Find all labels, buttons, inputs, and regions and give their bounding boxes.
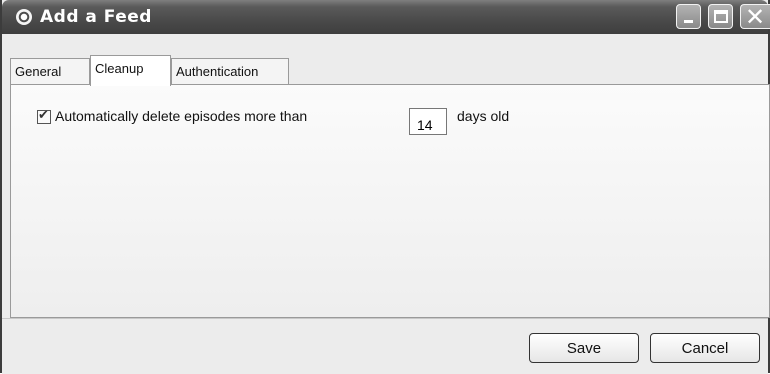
app-icon: [16, 9, 32, 25]
title-bar[interactable]: Add a Feed ✕: [2, 0, 770, 34]
close-icon: ✕: [745, 3, 766, 31]
save-button[interactable]: Save: [529, 333, 639, 363]
tab-cleanup[interactable]: Cleanup: [90, 55, 171, 86]
window-title: Add a Feed: [40, 7, 152, 27]
checkmark-icon: ✔: [38, 107, 49, 122]
button-bar: Save Cancel: [2, 318, 768, 374]
days-suffix-label: days old: [457, 108, 510, 124]
auto-delete-label: Automatically delete episodes more than: [55, 108, 308, 124]
maximize-icon: [714, 10, 728, 23]
tab-authentication[interactable]: Authentication: [171, 58, 289, 84]
days-input[interactable]: [409, 108, 447, 135]
auto-delete-checkbox[interactable]: ✔: [37, 107, 51, 124]
add-feed-dialog: Add a Feed ✕ General Cleanup Authenticat…: [0, 0, 770, 374]
close-button[interactable]: ✕: [740, 3, 770, 31]
tab-general[interactable]: General: [10, 58, 90, 84]
minimize-button[interactable]: [676, 4, 701, 29]
cleanup-panel: ✔ Automatically delete episodes more tha…: [10, 84, 770, 318]
cancel-button[interactable]: Cancel: [650, 333, 760, 363]
minimize-icon: [684, 20, 693, 23]
tab-strip: General Cleanup Authentication: [2, 55, 768, 86]
maximize-button[interactable]: [708, 4, 733, 29]
